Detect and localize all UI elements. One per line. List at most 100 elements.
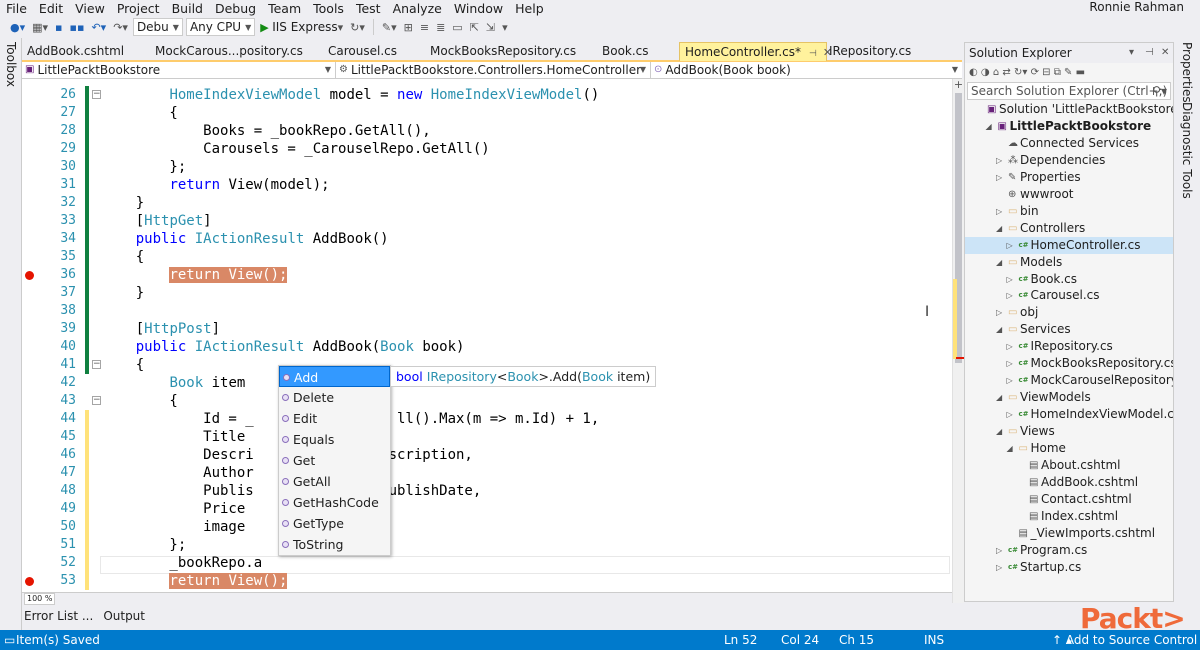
completion-item[interactable]: GetHashCode <box>279 492 390 513</box>
navigate-back-icon[interactable]: ●▾ <box>8 21 27 34</box>
code-line[interactable]: _bookRepo.a <box>102 554 262 572</box>
completion-item[interactable]: Get <box>279 450 390 471</box>
save-all-icon[interactable]: ▪▪ <box>68 21 87 34</box>
collapse-arrow-icon[interactable]: ◢ <box>996 220 1002 237</box>
code-line[interactable]: Carousels = _CarouselRepo.GetAll() <box>102 140 490 158</box>
code-line[interactable]: Books = _bookRepo.GetAll(), <box>102 122 431 140</box>
back-icon[interactable]: ◐ <box>969 67 978 78</box>
code-line[interactable]: return View(); <box>102 572 288 590</box>
toolbox-tab[interactable]: Toolbox <box>4 42 18 87</box>
collapse-icon[interactable]: ⊟ <box>1042 67 1050 78</box>
tree-node[interactable]: ◢ ▭ Controllers <box>965 220 1173 237</box>
tree-node[interactable]: ▷ c# Book.cs <box>965 271 1173 288</box>
comment-icon[interactable]: ≡ <box>418 21 431 34</box>
collapse-arrow-icon[interactable]: ◢ <box>986 118 992 135</box>
breakpoint-icon[interactable] <box>25 577 34 586</box>
run-button[interactable]: ▶ IIS Express▾ <box>258 20 345 34</box>
show-all-icon[interactable]: ⧉ <box>1054 67 1061 78</box>
code-line[interactable]: } <box>102 194 144 212</box>
tab-homecontroller-cs[interactable]: HomeController.cs* ⊣ ✕ <box>679 42 832 61</box>
code-line[interactable]: { <box>102 392 177 410</box>
completion-item[interactable]: Delete <box>279 387 390 408</box>
collapse-region-icon[interactable]: − <box>92 396 101 405</box>
tree-node[interactable]: ▷ ⁂ Dependencies <box>965 152 1173 169</box>
menu-file[interactable]: File <box>0 1 33 16</box>
code-line[interactable]: }; <box>102 158 186 176</box>
browser-link-icon[interactable]: ✎▾ <box>380 21 399 34</box>
code-line[interactable]: } <box>102 284 144 302</box>
tree-node[interactable]: ▷ ▭ obj <box>965 304 1173 321</box>
tree-node[interactable]: ▷ c# IRepository.cs <box>965 338 1173 355</box>
menu-window[interactable]: Window <box>448 1 509 16</box>
tab-mockbooksrepository[interactable]: MockBooksRepository.cs <box>425 42 576 61</box>
tree-node[interactable]: ▤ _ViewImports.cshtml <box>965 525 1173 542</box>
tree-node[interactable]: ▷ c# MockBooksRepository.cs <box>965 355 1174 372</box>
status-column[interactable]: Col 24 <box>781 630 819 650</box>
properties-icon[interactable]: ✎ <box>1064 67 1072 78</box>
new-project-icon[interactable]: ▦▾ <box>30 21 50 34</box>
class-dropdown[interactable]: ⚙ LittlePacktBookstore.Controllers.HomeCo… <box>336 62 651 78</box>
tree-node[interactable]: ▷ c# Carousel.cs <box>965 287 1173 304</box>
code-line[interactable]: { <box>102 356 144 374</box>
code-line[interactable]: [HttpPost] <box>102 320 220 338</box>
redo-icon[interactable]: ↷▾ <box>111 21 130 34</box>
tree-node[interactable]: ▷ ✎ Properties <box>965 169 1173 186</box>
uncomment-icon[interactable]: ≣ <box>434 21 447 34</box>
tree-node[interactable]: ◢ ▭ Home <box>965 440 1173 457</box>
save-icon[interactable]: ▪ <box>53 21 64 34</box>
completion-item[interactable]: Equals <box>279 429 390 450</box>
menu-edit[interactable]: Edit <box>33 1 69 16</box>
undo-icon[interactable]: ↶▾ <box>89 21 108 34</box>
tab-irepository-cs[interactable]: IRepository.cs <box>824 42 911 61</box>
code-line[interactable]: Book item <box>102 374 245 392</box>
platform-dropdown[interactable]: Any CPU ▼ <box>185 18 256 36</box>
collapse-arrow-icon[interactable]: ◢ <box>996 423 1002 440</box>
menu-test[interactable]: Test <box>350 1 387 16</box>
user-name[interactable]: Ronnie Rahman <box>1089 0 1184 14</box>
code-line[interactable]: Price <box>102 500 245 518</box>
expand-arrow-icon[interactable]: ▷ <box>1007 355 1013 372</box>
project-dropdown[interactable]: ▣ LittlePacktBookstore ▼ <box>22 62 336 78</box>
find-icon[interactable]: ⊞ <box>402 21 415 34</box>
history-icon[interactable]: ↻▾ <box>1014 67 1027 78</box>
menu-tools[interactable]: Tools <box>307 1 350 16</box>
expand-arrow-icon[interactable]: ▷ <box>996 542 1002 559</box>
menu-build[interactable]: Build <box>166 1 209 16</box>
code-line[interactable]: public IActionResult AddBook(Book book) <box>102 338 465 356</box>
menu-help[interactable]: Help <box>509 1 550 16</box>
collapse-arrow-icon[interactable]: ◢ <box>1007 440 1013 457</box>
menu-project[interactable]: Project <box>111 1 166 16</box>
pin-icon[interactable]: ⊣ <box>809 49 817 59</box>
tab-addbook-cshtml[interactable]: AddBook.cshtml <box>22 42 124 61</box>
menu-view[interactable]: View <box>69 1 111 16</box>
sync-icon[interactable]: ⇄ <box>1002 67 1010 78</box>
completion-item[interactable]: ToString <box>279 534 390 555</box>
bookmark-icon[interactable]: ▭ <box>450 21 464 34</box>
glyph-margin[interactable] <box>22 79 46 592</box>
tree-node[interactable]: ◢ ▭ Models <box>965 254 1173 271</box>
code-editor[interactable]: 26 HomeIndexViewModel model = new HomeIn… <box>22 79 952 592</box>
collapse-region-icon[interactable]: − <box>92 360 101 369</box>
tab-error-list[interactable]: Error List ... <box>24 609 93 623</box>
search-icon[interactable]: ⚲▾ <box>1152 83 1167 99</box>
breakpoint-icon[interactable] <box>25 271 34 280</box>
tree-node[interactable]: ▤ About.cshtml <box>965 457 1173 474</box>
tab-mockcarouselrepository[interactable]: MockCarous...pository.cs <box>150 42 303 61</box>
tree-node[interactable]: ▷ c# Program.cs <box>965 542 1173 559</box>
close-icon[interactable]: ✕ <box>1161 43 1169 63</box>
status-line[interactable]: Ln 52 <box>724 630 757 650</box>
menu-debug[interactable]: Debug <box>209 1 262 16</box>
split-icon[interactable]: + <box>953 79 964 91</box>
tree-node[interactable]: ▷ c#MockCarouselRepository.cs <box>965 372 1174 389</box>
collapse-arrow-icon[interactable]: ◢ <box>996 254 1002 271</box>
completion-item[interactable]: GetType <box>279 513 390 534</box>
menu-team[interactable]: Team <box>262 1 307 16</box>
expand-arrow-icon[interactable]: ▷ <box>996 559 1002 576</box>
tree-node[interactable]: ◢ ▭ ViewModels <box>965 389 1173 406</box>
expand-arrow-icon[interactable]: ▷ <box>1007 372 1013 389</box>
pin-icon[interactable]: ⊣ <box>1145 43 1154 63</box>
add-to-source-control[interactable]: ↑ Add to Source Control ▴ <box>1052 630 1197 650</box>
configuration-dropdown[interactable]: Debu ▼ <box>132 18 183 36</box>
code-line[interactable]: { <box>102 104 177 122</box>
expand-arrow-icon[interactable]: ▷ <box>1007 287 1013 304</box>
